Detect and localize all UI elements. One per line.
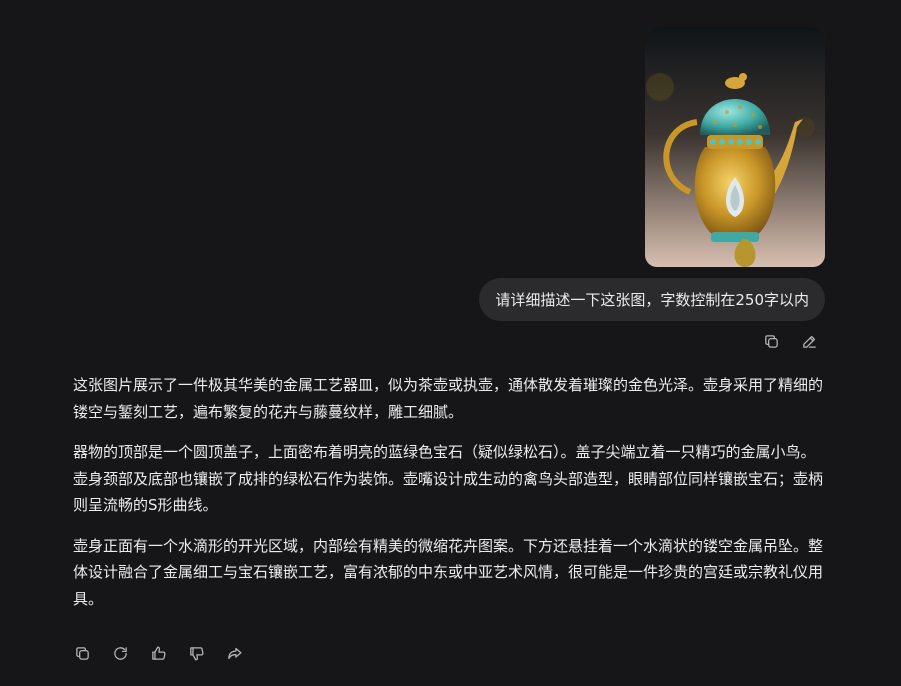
assistant-reply: 这张图片展示了一件极其华美的金属工艺器皿，似为茶壶或执壶，通体散发着璀璨的金色光… (73, 372, 829, 626)
attached-image[interactable] (645, 27, 825, 267)
edit-icon (802, 335, 816, 348)
edit-message-button[interactable] (799, 331, 819, 351)
copy-reply-button[interactable] (72, 643, 92, 663)
reply-actions (72, 643, 244, 663)
thumbs-down-button[interactable] (186, 643, 206, 663)
user-message-text: 请详细描述一下这张图，字数控制在250字以内 (495, 291, 809, 309)
chat-page: 请详细描述一下这张图，字数控制在250字以内 这张图片展示了一件极其华美的金属工… (0, 0, 901, 686)
user-message-actions (761, 331, 819, 351)
reply-paragraph: 这张图片展示了一件极其华美的金属工艺器皿，似为茶壶或执壶，通体散发着璀璨的金色光… (73, 376, 824, 421)
copy-message-button[interactable] (761, 331, 781, 351)
ewer-photo (645, 27, 825, 267)
reply-paragraph: 壶身正面有一个水滴形的开光区域，内部绘有精美的微缩花卉图案。下方还悬挂着一个水滴… (73, 536, 824, 608)
user-message-bubble: 请详细描述一下这张图，字数控制在250字以内 (479, 278, 825, 321)
thumbs-up-icon (151, 645, 166, 660)
thumbs-down-icon (189, 646, 204, 661)
reply-paragraph: 器物的顶部是一个圆顶盖子，上面密布着明亮的蓝绿色宝石（疑似绿松石）。盖子尖端立着… (73, 443, 824, 514)
regenerate-button[interactable] (110, 643, 130, 663)
share-button[interactable] (224, 643, 244, 663)
share-icon (227, 647, 242, 659)
thumbs-up-button[interactable] (148, 643, 168, 663)
copy-icon (75, 646, 89, 660)
copy-icon (764, 334, 778, 348)
regenerate-icon (113, 646, 127, 660)
